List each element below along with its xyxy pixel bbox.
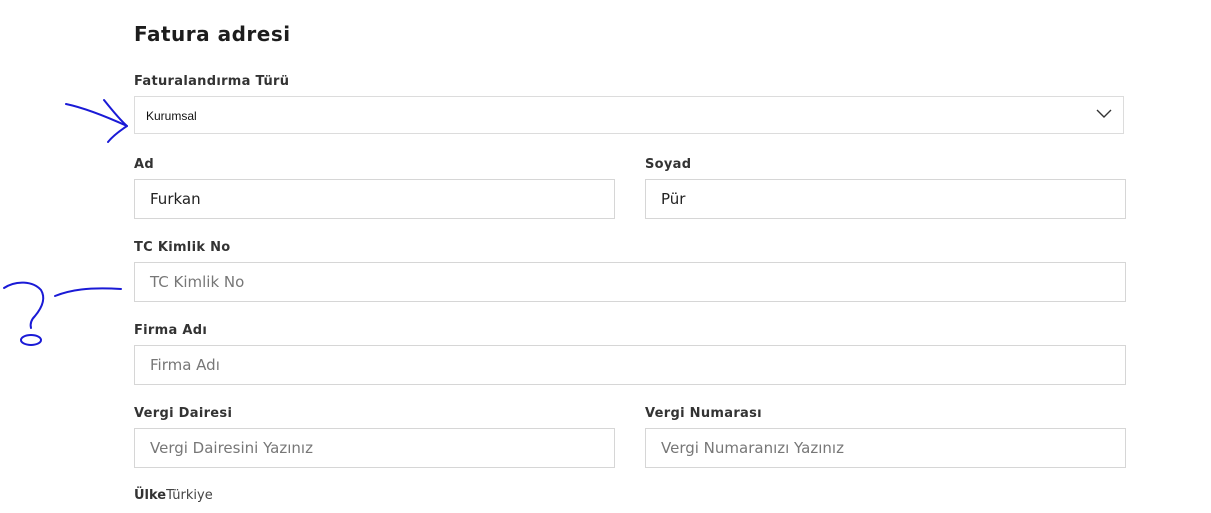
question-mark-annotation [3, 281, 45, 329]
line-annotation [54, 287, 122, 297]
handwritten-annotations [3, 99, 128, 346]
arrow-annotation-shaft [65, 103, 128, 127]
question-mark-dot [20, 334, 42, 346]
